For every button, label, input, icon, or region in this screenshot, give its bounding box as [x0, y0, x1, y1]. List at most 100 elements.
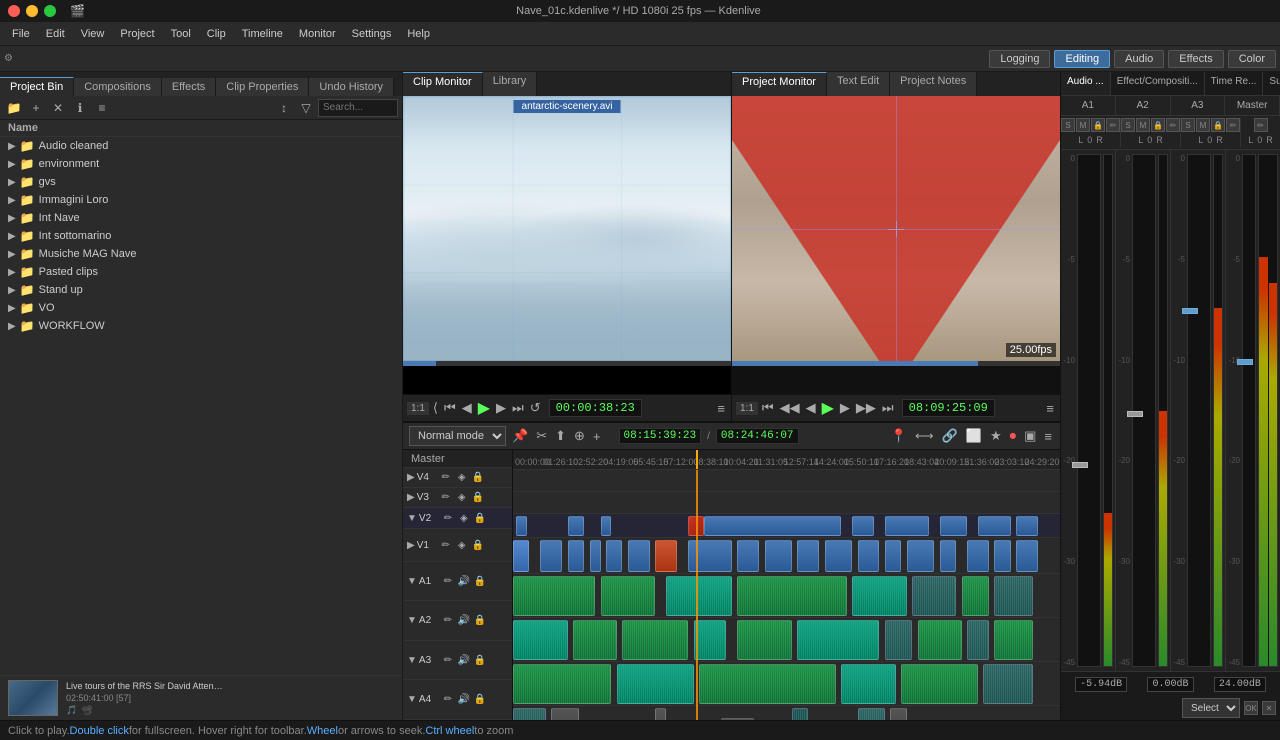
clip-a2-3[interactable]: [622, 620, 688, 660]
track-mute-a4[interactable]: 🔊: [457, 693, 471, 707]
list-item[interactable]: ▶ 📁 WORKFLOW: [0, 317, 402, 335]
tab-clip-monitor[interactable]: Clip Monitor: [403, 72, 483, 96]
link-button[interactable]: 🔗: [940, 426, 960, 446]
clip-v2-2[interactable]: [568, 516, 584, 536]
clip-a1-3[interactable]: [666, 576, 732, 616]
logging-button[interactable]: Logging: [989, 50, 1050, 68]
mark-in-button[interactable]: ⟨: [431, 398, 440, 418]
timeline-ruler[interactable]: 00:00:00 01:26:10 02:52:20 04:19:05 05:4…: [513, 450, 1060, 470]
clip-seekbar[interactable]: [403, 361, 731, 366]
clip-a4-7[interactable]: [890, 708, 906, 720]
track-lock-v3[interactable]: 🔒: [471, 490, 485, 504]
timeline-lift[interactable]: ⬆: [553, 426, 568, 446]
clip-a1-6[interactable]: [912, 576, 956, 616]
clip-a1-2[interactable]: [601, 576, 656, 616]
rewind-project[interactable]: ⏮: [760, 398, 776, 418]
timeline-extract[interactable]: ✂: [534, 426, 549, 446]
clip-a4-2[interactable]: [551, 708, 578, 720]
ch-a1-lock[interactable]: 🔒: [1091, 118, 1105, 132]
expand-v2[interactable]: ▼: [407, 513, 417, 524]
menu-tool[interactable]: Tool: [163, 26, 199, 42]
loop-button[interactable]: ↺: [528, 398, 543, 418]
expand-v1[interactable]: ▶: [407, 540, 415, 551]
track-edit-v2[interactable]: ✏: [441, 511, 455, 525]
clip-a4-3[interactable]: [655, 708, 666, 720]
fader-a3[interactable]: [1187, 154, 1211, 667]
expand-v4[interactable]: ▶: [407, 472, 415, 483]
db-value-1[interactable]: -5.94dB: [1075, 677, 1127, 692]
more-button[interactable]: ≡: [92, 98, 112, 118]
track-lock-a3[interactable]: 🔒: [473, 653, 487, 667]
tab-clip-properties[interactable]: Clip Properties: [216, 78, 309, 96]
record-button[interactable]: ⏺: [1008, 426, 1019, 446]
maximize-button[interactable]: [44, 5, 56, 17]
clip-v1-15[interactable]: [907, 540, 934, 572]
timeline-add-track[interactable]: 📌: [510, 426, 530, 446]
tab-audio-mixer[interactable]: Audio ...: [1061, 72, 1111, 95]
menu-help[interactable]: Help: [399, 26, 438, 42]
list-item[interactable]: ▶ 📁 VO: [0, 299, 402, 317]
track-composite-v1[interactable]: ◈: [455, 538, 469, 552]
filter-button[interactable]: ▽: [296, 98, 316, 118]
expand-a1[interactable]: ▼: [407, 576, 417, 587]
menu-view[interactable]: View: [73, 26, 113, 42]
forward-frame-project[interactable]: ▶: [838, 398, 852, 418]
track-composite-v4[interactable]: ◈: [455, 470, 469, 484]
clip-v1-4[interactable]: [590, 540, 601, 572]
mixer-select[interactable]: Select: [1182, 698, 1240, 718]
clip-a4-6[interactable]: [858, 708, 885, 720]
clip-a4-5[interactable]: [792, 708, 808, 720]
clip-a2-7[interactable]: [885, 620, 912, 660]
timeline-razor[interactable]: ⊕: [572, 426, 587, 446]
track-mute-a2[interactable]: 🔊: [457, 614, 471, 628]
fader-a1[interactable]: [1077, 154, 1101, 667]
clip-v2-7[interactable]: [885, 516, 929, 536]
menu-monitor[interactable]: Monitor: [291, 26, 344, 42]
delete-button[interactable]: ✕: [48, 98, 68, 118]
effects-button[interactable]: Effects: [1168, 50, 1223, 68]
step-back-project[interactable]: ◀◀: [778, 398, 802, 418]
clip-a2-2[interactable]: [573, 620, 617, 660]
play-button-project[interactable]: ▶: [820, 396, 836, 420]
clip-a2-10[interactable]: [994, 620, 1032, 660]
close-button[interactable]: [8, 5, 20, 17]
list-item[interactable]: ▶ 📁 Stand up: [0, 281, 402, 299]
mixer-cancel-btn[interactable]: ✕: [1262, 701, 1276, 715]
clip-v2-3[interactable]: [601, 516, 612, 536]
clip-v1-1[interactable]: [513, 540, 529, 572]
clip-v1-5[interactable]: [606, 540, 622, 572]
clip-v1-13[interactable]: [858, 540, 880, 572]
tab-project-bin[interactable]: Project Bin: [0, 77, 74, 96]
clip-a4-1[interactable]: [513, 708, 546, 720]
clip-v1-9[interactable]: [737, 540, 759, 572]
tab-undo-history[interactable]: Undo History: [309, 78, 394, 96]
track-edit-a4[interactable]: ✏: [441, 693, 455, 707]
ch-a2-fx[interactable]: ✏: [1166, 118, 1180, 132]
ch-a3-solo[interactable]: S: [1181, 118, 1195, 132]
clip-v1-2[interactable]: [540, 540, 562, 572]
track-mute-a1[interactable]: 🔊: [457, 574, 471, 588]
clip-a2-8[interactable]: [918, 620, 962, 660]
clip-a3-2[interactable]: [617, 664, 694, 704]
fader-knob-a3[interactable]: [1182, 308, 1198, 314]
ch-a2-mute[interactable]: M: [1136, 118, 1150, 132]
clip-v1-16[interactable]: [940, 540, 956, 572]
ch-master-fx[interactable]: ✏: [1254, 118, 1268, 132]
audio-button[interactable]: Audio: [1114, 50, 1164, 68]
add-clip-button[interactable]: +: [26, 98, 46, 118]
timeline-settings[interactable]: ▣: [1022, 426, 1038, 446]
track-lock-v2[interactable]: 🔒: [473, 511, 487, 525]
clip-a2-6[interactable]: [797, 620, 879, 660]
ripple-button[interactable]: ⟷: [913, 426, 936, 446]
track-lock-a2[interactable]: 🔒: [473, 614, 487, 628]
group-button[interactable]: ⬜: [964, 426, 984, 446]
clip-a3-4[interactable]: [841, 664, 896, 704]
clip-a1-7[interactable]: [962, 576, 989, 616]
menu-btn-project[interactable]: ≡: [1044, 399, 1056, 418]
timeline-mode-select[interactable]: Normal mode: [409, 426, 506, 446]
track-edit-a1[interactable]: ✏: [441, 574, 455, 588]
track-lock-v4[interactable]: 🔒: [471, 470, 485, 484]
snap-button[interactable]: 📍: [889, 426, 909, 446]
add-folder-button[interactable]: 📁: [4, 98, 24, 118]
clip-a1-4[interactable]: [737, 576, 846, 616]
